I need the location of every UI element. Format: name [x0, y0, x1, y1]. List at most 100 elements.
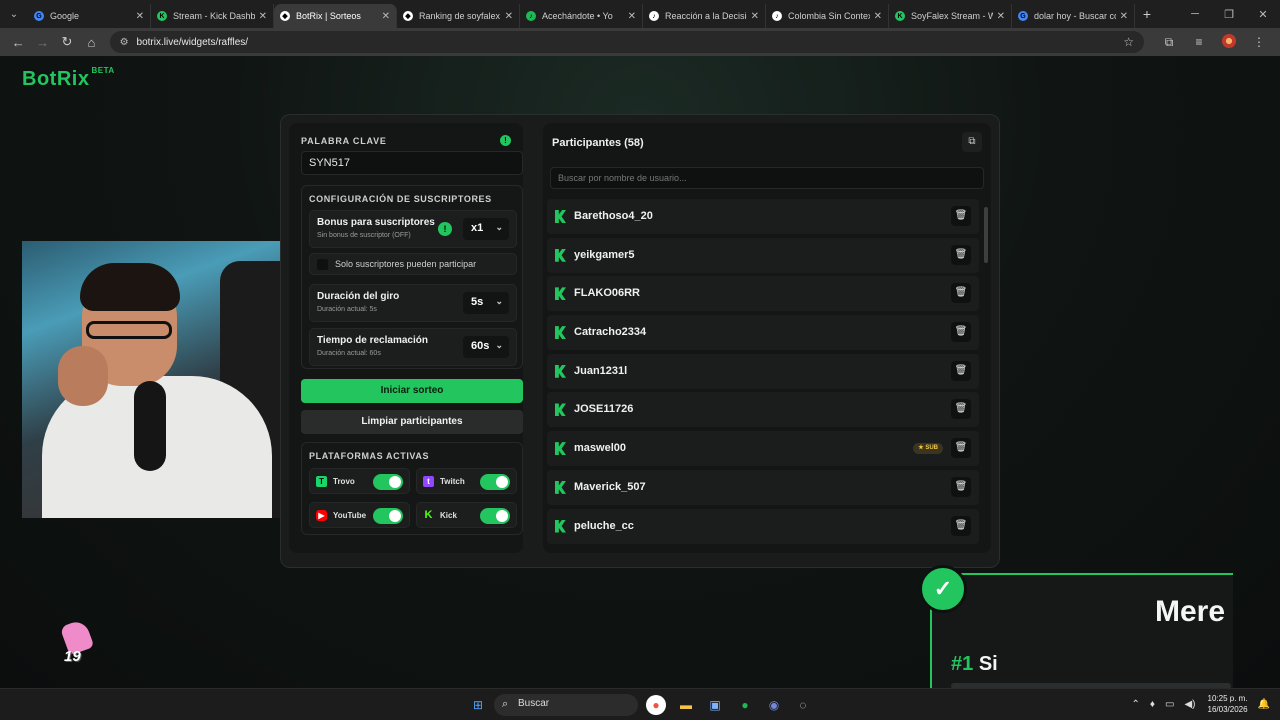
tab-title: BotRix | Sorteos — [296, 11, 361, 21]
minimize-icon[interactable]: ─ — [1178, 8, 1212, 20]
botrix-logo[interactable]: BotRix BETA — [22, 66, 115, 91]
profile-avatar[interactable] — [1214, 33, 1244, 51]
media-control-icon[interactable]: ≡ — [1184, 35, 1214, 49]
network-icon[interactable]: ▭ — [1165, 699, 1174, 710]
twitch-toggle[interactable] — [480, 474, 510, 490]
tab-close-icon[interactable]: ✕ — [874, 11, 882, 22]
check-icon: ✓ — [919, 565, 967, 613]
claim-value: 60s — [471, 340, 490, 352]
reload-icon[interactable]: ↻ — [55, 34, 79, 50]
tab-title: Stream - Kick Dashbo — [173, 11, 255, 21]
tab-search-icon[interactable]: ⌄ — [0, 0, 28, 28]
discord-icon[interactable]: ◉ — [764, 695, 784, 715]
tab-favicon-icon: ♪ — [526, 11, 536, 21]
mic-icon[interactable]: ♦ — [1150, 699, 1155, 710]
forward-icon[interactable]: → — [30, 35, 54, 50]
tab-close-icon[interactable]: ✕ — [1120, 11, 1128, 22]
delete-participant-icon[interactable]: 🗑 — [951, 438, 971, 459]
browser-tab[interactable]: ♪ Acechándote • Yo ✕ — [520, 4, 643, 28]
extensions-icon[interactable]: ⧉ — [1154, 35, 1184, 50]
browser-tab[interactable]: K Stream - Kick Dashbo ✕ — [151, 4, 274, 28]
delete-participant-icon[interactable]: 🗑 — [951, 515, 971, 536]
tab-close-icon[interactable]: ✕ — [997, 11, 1005, 22]
tab-close-icon[interactable]: ✕ — [382, 11, 390, 22]
window-controls: ─ ❐ ✕ — [1178, 0, 1280, 28]
delete-participant-icon[interactable]: 🗑 — [951, 244, 971, 265]
microphone — [134, 381, 166, 471]
subs-only-checkbox-row[interactable]: Solo suscriptores pueden participar — [309, 253, 517, 275]
app-icon[interactable]: ◌ — [793, 695, 813, 715]
notification-bell-icon[interactable]: 🔔 — [1258, 699, 1270, 710]
maximize-icon[interactable]: ❐ — [1212, 8, 1246, 21]
tab-favicon-icon: G — [34, 11, 44, 21]
claim-time-select[interactable]: 60s ⌄ — [463, 336, 509, 358]
tab-favicon-icon: ♪ — [772, 11, 782, 21]
tab-close-icon[interactable]: ✕ — [136, 11, 144, 22]
participant-row: FLAKO06RR 🗑 — [547, 276, 979, 312]
kick-icon — [555, 442, 566, 456]
delete-participant-icon[interactable]: 🗑 — [951, 476, 971, 497]
browser-tab[interactable]: ♪ Reacción a la Decisió ✕ — [643, 4, 766, 28]
copy-icon[interactable]: ⧉ — [962, 132, 982, 152]
participant-username: FLAKO06RR — [574, 287, 641, 300]
youtube-icon: ▶ — [316, 510, 327, 521]
clock[interactable]: 10:25 p. m. 16/03/2026 — [1208, 693, 1248, 715]
youtube-toggle[interactable] — [373, 508, 403, 524]
bonus-info-icon[interactable]: ! — [438, 222, 452, 236]
back-icon[interactable]: ← — [6, 35, 30, 50]
tab-close-icon[interactable]: ✕ — [751, 11, 759, 22]
trovo-toggle[interactable] — [373, 474, 403, 490]
keyword-input[interactable]: SYN517 — [301, 151, 523, 175]
new-tab-button[interactable]: + — [1135, 6, 1159, 22]
platforms-label: PLATAFORMAS ACTIVAS — [309, 451, 430, 461]
spotify-icon[interactable]: ● — [735, 695, 755, 715]
browser-tab[interactable]: K SoyFalex Stream - W ✕ — [889, 4, 1012, 28]
browser-tab[interactable]: ♪ Colombia Sin Contex ✕ — [766, 4, 889, 28]
file-explorer-icon[interactable]: ▬ — [676, 695, 696, 715]
volume-icon[interactable]: ◀) — [1184, 699, 1195, 710]
url-field[interactable]: ⚙ botrix.live/widgets/raffles/ ☆ — [109, 31, 1145, 53]
subs-only-checkbox[interactable] — [317, 259, 328, 270]
scrollbar-thumb[interactable] — [984, 207, 988, 263]
clear-participants-button[interactable]: Limpiar participantes — [301, 410, 523, 434]
chrome-icon[interactable]: ● — [646, 695, 666, 715]
chevron-up-icon[interactable]: ⌃ — [1132, 699, 1140, 710]
platform-name: Twitch — [440, 477, 465, 486]
participant-username: maswel00 — [574, 442, 626, 455]
delete-participant-icon[interactable]: 🗑 — [951, 322, 971, 343]
delete-participant-icon[interactable]: 🗑 — [951, 206, 971, 226]
browser-tab[interactable]: ◆ BotRix | Sorteos ✕ — [274, 4, 397, 28]
start-raffle-button[interactable]: Iniciar sorteo — [301, 379, 523, 403]
windows-start-icon[interactable]: ⊞ — [468, 695, 488, 715]
delete-participant-icon[interactable]: 🗑 — [951, 360, 971, 381]
spin-duration-select[interactable]: 5s ⌄ — [463, 292, 509, 314]
participant-search-input[interactable] — [550, 167, 984, 189]
platform-kick: K Kick — [416, 502, 517, 528]
chevron-down-icon: ⌄ — [495, 296, 503, 306]
kick-toggle[interactable] — [480, 508, 510, 524]
rank-number: #1 — [951, 653, 974, 675]
participant-username: JOSE11726 — [574, 403, 634, 416]
store-icon[interactable]: ▣ — [705, 695, 725, 715]
menu-kebab-icon[interactable]: ⋮ — [1244, 35, 1274, 49]
delete-participant-icon[interactable]: 🗑 — [951, 399, 971, 420]
tab-close-icon[interactable]: ✕ — [259, 11, 267, 22]
twitch-icon: t — [423, 476, 434, 487]
info-icon[interactable]: ! — [500, 135, 511, 146]
kick-icon — [555, 287, 566, 301]
browser-tab[interactable]: ◆ Ranking de soyfalex ✕ — [397, 4, 520, 28]
bookmark-star-icon[interactable]: ☆ — [1123, 35, 1134, 49]
bonus-select[interactable]: x1 ⌄ — [463, 218, 509, 240]
tab-close-icon[interactable]: ✕ — [628, 11, 636, 22]
delete-participant-icon[interactable]: 🗑 — [951, 283, 971, 304]
close-icon[interactable]: ✕ — [1246, 8, 1280, 21]
site-info-icon[interactable]: ⚙ — [120, 37, 129, 48]
spin-title: Duración del giro — [317, 291, 400, 302]
browser-tab[interactable]: Gdolar hoy - Buscar co ✕ — [1012, 4, 1135, 28]
platform-twitch: t Twitch — [416, 468, 517, 494]
tab-favicon-icon: ◆ — [403, 11, 413, 21]
browser-tab[interactable]: G Google ✕ — [28, 4, 151, 28]
home-icon[interactable]: ⌂ — [79, 35, 103, 50]
tab-close-icon[interactable]: ✕ — [505, 11, 513, 22]
taskbar-search[interactable]: ⌕ Buscar — [494, 694, 638, 716]
